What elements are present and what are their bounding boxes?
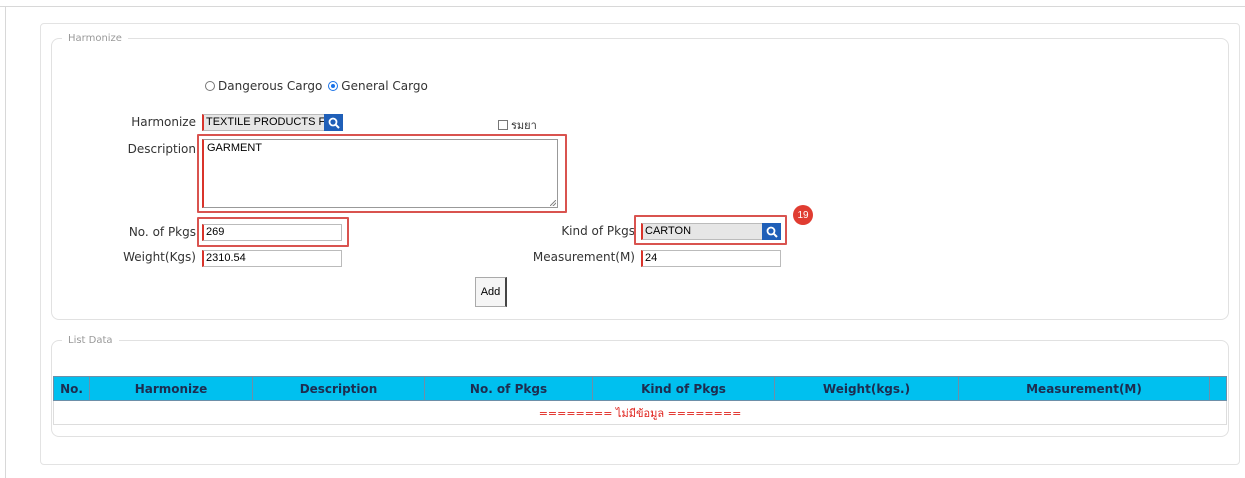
general-cargo-label[interactable]: General Cargo bbox=[341, 79, 428, 93]
dangerous-cargo-label[interactable]: Dangerous Cargo bbox=[218, 79, 322, 93]
table-header-row: No. Harmonize Description No. of Pkgs Ki… bbox=[53, 376, 1227, 401]
harmonize-section-legend: Harmonize bbox=[68, 33, 122, 44]
description-highlight-box bbox=[197, 134, 567, 213]
cargo-type-radio-group: Dangerous Cargo General Cargo bbox=[205, 79, 428, 93]
window-left-border bbox=[5, 7, 6, 478]
list-data-table: No. Harmonize Description No. of Pkgs Ki… bbox=[53, 376, 1227, 425]
window-top-border bbox=[0, 0, 1245, 7]
column-header-kind-of-pkgs[interactable]: Kind of Pkgs bbox=[592, 376, 775, 401]
measurement-input[interactable]: 24 bbox=[641, 250, 781, 267]
empty-table-message: ======== ไม่มีข้อมูล ======== bbox=[53, 400, 1227, 425]
column-header-weight[interactable]: Weight(kgs.) bbox=[774, 376, 959, 401]
harmonize-input[interactable]: TEXTILE PRODUCTS F bbox=[202, 114, 325, 131]
weight-input[interactable]: 2310.54 bbox=[202, 250, 342, 267]
kind-of-pkgs-label: Kind of Pkgs bbox=[561, 224, 635, 238]
column-header-no-of-pkgs[interactable]: No. of Pkgs bbox=[424, 376, 593, 401]
list-data-section-legend: List Data bbox=[68, 335, 113, 346]
general-cargo-radio[interactable] bbox=[328, 81, 339, 91]
measurement-label: Measurement(M) bbox=[532, 250, 635, 264]
weight-label: Weight(Kgs) bbox=[123, 250, 196, 264]
column-header-measurement[interactable]: Measurement(M) bbox=[958, 376, 1210, 401]
table-row: ======== ไม่มีข้อมูล ======== bbox=[53, 400, 1227, 425]
column-header-description[interactable]: Description bbox=[252, 376, 425, 401]
description-label: Description bbox=[127, 142, 196, 156]
step-number-badge: 19 bbox=[793, 205, 813, 225]
kind-of-pkgs-highlight-box bbox=[634, 215, 787, 245]
fumigation-checkbox-row: รมยา bbox=[498, 116, 537, 134]
harmonize-search-button[interactable] bbox=[324, 114, 343, 131]
fumigation-checkbox[interactable] bbox=[498, 120, 508, 130]
harmonize-label: Harmonize bbox=[131, 115, 196, 129]
column-header-no[interactable]: No. bbox=[53, 376, 90, 401]
add-button[interactable]: Add bbox=[475, 277, 507, 307]
search-icon bbox=[328, 117, 340, 129]
dangerous-cargo-radio[interactable] bbox=[205, 81, 215, 91]
no-of-pkgs-highlight-box bbox=[197, 217, 349, 247]
column-header-harmonize[interactable]: Harmonize bbox=[89, 376, 253, 401]
no-of-pkgs-label: No. of Pkgs bbox=[128, 225, 196, 239]
fumigation-checkbox-label: รมยา bbox=[511, 119, 537, 132]
column-header-actions bbox=[1209, 376, 1227, 401]
